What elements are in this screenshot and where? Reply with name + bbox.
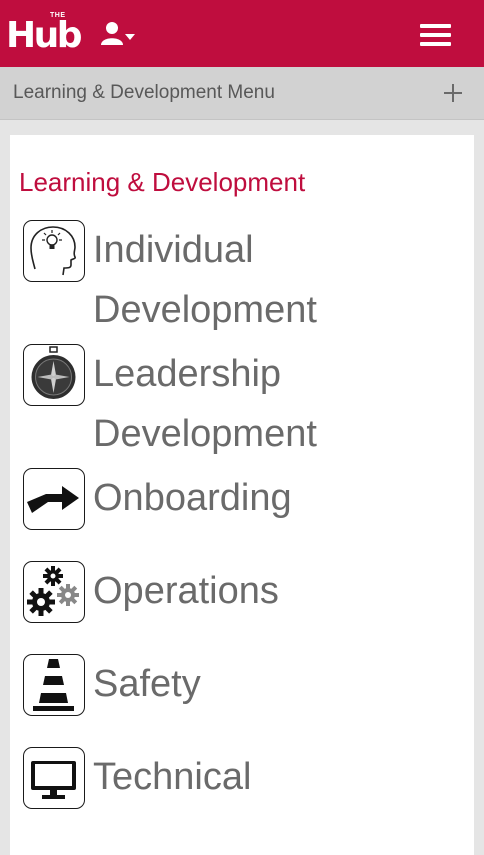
menu-bar-label: Learning & Development Menu — [13, 82, 275, 103]
top-navigation-bar: THE Hub — [0, 0, 484, 67]
hamburger-icon[interactable] — [420, 22, 452, 46]
content-panel: Learning & Development Individual Develo… — [10, 135, 474, 855]
gears-icon — [23, 561, 85, 623]
item-label: Individual Development — [93, 229, 317, 331]
item-label: Leadership Development — [93, 353, 317, 455]
section-title: Learning & Development — [19, 167, 306, 197]
item-label: Onboarding — [93, 477, 292, 519]
arrow-right-icon — [23, 468, 85, 530]
item-safety[interactable]: Safety — [23, 654, 463, 747]
item-label: Technical — [93, 756, 252, 798]
item-label: Safety — [93, 663, 201, 705]
compass-icon — [23, 344, 85, 406]
plus-icon — [444, 84, 462, 102]
logo-word: Hub — [6, 15, 83, 56]
head-lightbulb-icon — [23, 220, 85, 282]
traffic-cone-icon — [23, 654, 85, 716]
hub-logo[interactable]: THE Hub — [6, 10, 88, 56]
item-onboarding[interactable]: Onboarding — [23, 468, 463, 561]
user-menu-button[interactable] — [100, 20, 138, 48]
item-individual-development[interactable]: Individual Development — [23, 220, 463, 344]
item-operations[interactable]: Operations — [23, 561, 463, 654]
learning-development-menu-toggle[interactable]: Learning & Development Menu — [0, 67, 484, 120]
monitor-icon — [23, 747, 85, 809]
item-technical[interactable]: Technical — [23, 747, 463, 840]
caret-down-icon — [125, 34, 135, 40]
item-leadership-development[interactable]: Leadership Development — [23, 344, 463, 468]
item-label: Operations — [93, 570, 279, 612]
